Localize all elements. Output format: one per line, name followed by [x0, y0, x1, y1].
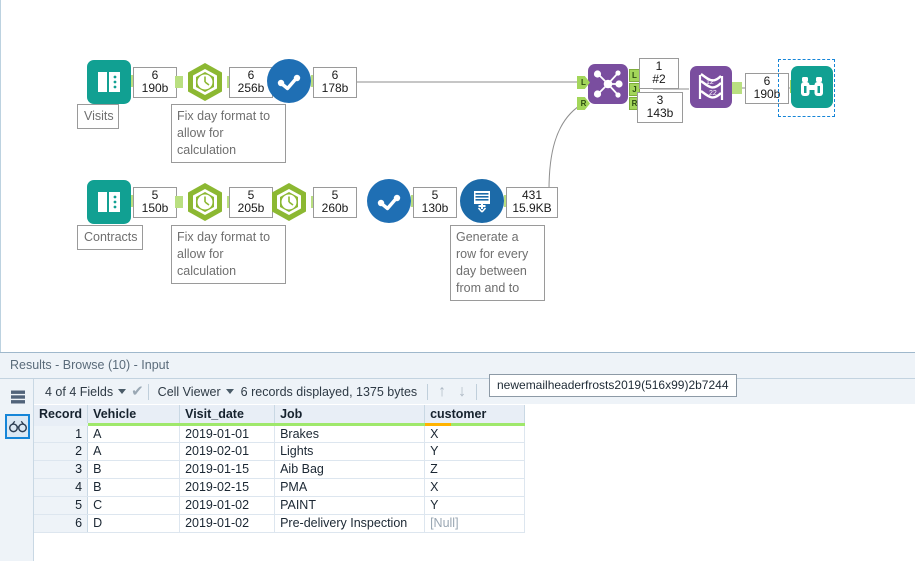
cell-record: 3 [34, 460, 89, 479]
cell-customer: Y [424, 496, 526, 515]
results-toolbar: 4 of 4 Fields ✔ Cell Viewer 6 records di… [34, 379, 915, 404]
hover-tooltip: newemailheaderfrosts2019(516x99)2b7244 [489, 374, 737, 397]
cell-job: Pre-delivery Inspection [274, 514, 426, 533]
column-header-vehicle[interactable]: Vehicle [87, 405, 181, 426]
data-label-visits-input: 6 190b [133, 67, 177, 98]
select-circle-icon [267, 59, 311, 103]
book-input-icon [87, 60, 131, 104]
cell-visit-date: 2019-01-02 [179, 514, 276, 533]
binoculars-icon [791, 66, 833, 108]
cell-vehicle: A [87, 442, 181, 461]
scroll-down-button[interactable]: ↓ [452, 383, 472, 400]
cell-visit-date: 2019-01-02 [179, 496, 276, 515]
cell-job: PAINT [274, 496, 426, 515]
cell-visit-date: 2019-01-15 [179, 460, 276, 479]
annotation-fix-day-format-1: Fix day format to allow for calculation [171, 104, 286, 163]
results-body: 4 of 4 Fields ✔ Cell Viewer 6 records di… [0, 378, 915, 561]
cell-customer: Y [424, 442, 526, 461]
toolbar-divider [476, 383, 478, 400]
alteryx-designer-window: 6 190b Visits 6 256b Fix day format to a… [0, 0, 915, 561]
cell-record: 1 [34, 424, 89, 443]
clock-hexagon-icon [183, 60, 227, 104]
data-label-join-bottom: 3 143b [637, 92, 683, 123]
cell-record: 4 [34, 478, 89, 497]
records-displayed-label: 6 records displayed, 1375 bytes [240, 384, 418, 399]
cell-job: PMA [274, 478, 426, 497]
results-icon-rail [0, 379, 34, 561]
cell-visit-date: 2019-02-15 [179, 478, 276, 497]
toolbar-divider [427, 383, 429, 400]
table-grid-icon[interactable] [5, 384, 30, 409]
data-label-contracts-datetime-2: 5 260b [313, 187, 357, 218]
cell-vehicle: A [87, 424, 181, 443]
cell-visit-date: 2019-02-01 [179, 442, 276, 461]
generate-rows-icon [460, 179, 504, 223]
table-row[interactable]: 6 D 2019-01-02 Pre-delivery Inspection [… [34, 514, 526, 533]
annotation-visits: Visits [77, 104, 119, 129]
annotation-fix-day-format-2: Fix day format to allow for calculation [171, 225, 286, 284]
results-panel-title: Results - Browse (10) - Input [0, 353, 915, 378]
chevron-down-icon[interactable] [225, 389, 234, 394]
workflow-canvas[interactable]: 6 190b Visits 6 256b Fix day format to a… [0, 0, 915, 352]
cell-vehicle: C [87, 496, 181, 515]
clock-hexagon-icon [183, 180, 227, 224]
cell-record: 2 [34, 442, 89, 461]
table-row[interactable]: 1 A 2019-01-01 Brakes X [34, 424, 526, 443]
data-label-visits-select: 6 178b [313, 67, 357, 98]
select-circle-icon [367, 179, 411, 223]
annotation-contracts: Contracts [77, 225, 143, 250]
data-table: Record Vehicle Visit_date Job customer 1… [34, 405, 526, 533]
cell-customer: [Null] [424, 514, 526, 533]
cell-viewer-label: Cell Viewer [157, 384, 221, 399]
cell-vehicle: D [87, 514, 181, 533]
column-header-visit-date[interactable]: Visit_date [179, 405, 276, 426]
check-icon[interactable]: ✔ [131, 384, 144, 399]
scroll-up-button[interactable]: ↑ [432, 383, 452, 400]
binoculars-icon[interactable] [5, 414, 30, 439]
transpose-icon: 12 22 [690, 66, 732, 108]
toolbar-divider [147, 383, 149, 400]
cell-vehicle: B [87, 460, 181, 479]
column-header-record[interactable]: Record [34, 405, 89, 426]
table-row[interactable]: 3 B 2019-01-15 Aib Bag Z [34, 460, 526, 479]
data-label-contracts-input: 5 150b [133, 187, 177, 218]
cell-customer: X [424, 478, 526, 497]
svg-text:12: 12 [706, 79, 714, 86]
clock-hexagon-icon [267, 180, 311, 224]
join-icon [588, 64, 628, 104]
cell-viewer-selector[interactable]: Cell Viewer [153, 385, 239, 399]
table-row[interactable]: 2 A 2019-02-01 Lights Y [34, 442, 526, 461]
annotation-generate-rows: Generate a row for every day between fro… [450, 225, 545, 301]
cell-customer: Z [424, 460, 526, 479]
cell-vehicle: B [87, 478, 181, 497]
table-row[interactable]: 4 B 2019-02-15 PMA X [34, 478, 526, 497]
cell-visit-date: 2019-01-01 [179, 424, 276, 443]
input-anchor[interactable] [175, 76, 183, 88]
svg-text:22: 22 [709, 90, 717, 97]
data-label-join-top: 1 #2 [639, 58, 679, 89]
results-panel: Results - Browse (10) - Input 4 of 4 Fie… [0, 352, 915, 561]
cell-job: Aib Bag [274, 460, 426, 479]
cell-job: Brakes [274, 424, 426, 443]
fields-selector[interactable]: 4 of 4 Fields [40, 385, 131, 399]
fields-label: 4 of 4 Fields [45, 384, 114, 399]
chevron-down-icon[interactable] [118, 389, 127, 394]
column-header-customer[interactable]: customer [424, 405, 526, 426]
input-anchor[interactable] [175, 196, 183, 208]
data-label-generate-rows: 431 15.9KB [506, 187, 558, 218]
output-anchor[interactable] [732, 82, 742, 94]
book-input-icon [87, 180, 131, 224]
cell-record: 6 [34, 514, 89, 533]
table-body: 1 A 2019-01-01 Brakes X 2 A 2019-02-01 L… [34, 424, 526, 533]
data-label-contracts-select: 5 130b [413, 187, 457, 218]
table-row[interactable]: 5 C 2019-01-02 PAINT Y [34, 496, 526, 515]
cell-customer: X [424, 424, 526, 443]
column-header-job[interactable]: Job [274, 405, 426, 426]
table-header-row: Record Vehicle Visit_date Job customer [34, 405, 526, 426]
cell-job: Lights [274, 442, 426, 461]
results-data-grid[interactable]: Record Vehicle Visit_date Job customer 1… [34, 405, 915, 561]
cell-record: 5 [34, 496, 89, 515]
